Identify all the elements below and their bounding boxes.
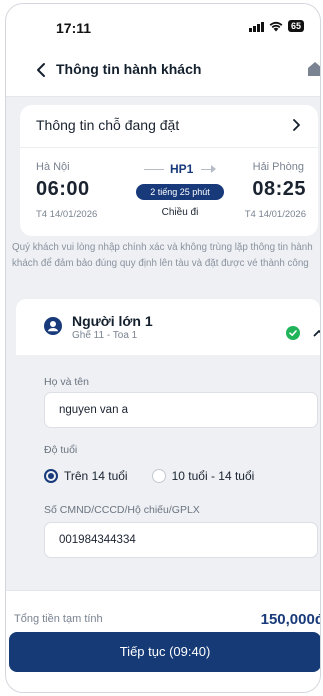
arrival-time: 08:25 [252,178,306,200]
full-name-field[interactable]: nguyen van a [44,392,318,428]
arrival-city: Hải Phòng [252,161,304,173]
booking-info-card: Thông tin chỗ đang đặt Hà Nội Hải Phòng … [20,105,318,236]
id-number-field[interactable]: 001984344334 [44,522,318,558]
chevron-up-icon[interactable] [312,326,321,340]
passenger-header[interactable]: Người lớn 1 Ghế 11 - Toa 1 [16,299,320,355]
radio-over-14[interactable] [44,469,58,483]
age-option-over-14[interactable]: Trên 14 tuổi [64,469,128,483]
departure-date: T4 14/01/2026 [36,209,98,220]
notice-text: Quý khách vui lòng nhập chính xác và khô… [12,242,313,270]
departure-time: 06:00 [36,178,90,200]
booking-info-header[interactable]: Thông tin chỗ đang đặt [20,105,318,148]
footer-bar: Tổng tiền tạm tính 150,000đ Tiếp tục (09… [6,590,321,692]
total-amount: 150,000đ [260,611,321,628]
train-code: HP1 [170,162,194,176]
radio-10-14[interactable] [151,469,166,483]
total-label: Tổng tiền tạm tính [14,613,103,625]
passenger-seat: Ghế 11 - Toa 1 [72,330,138,341]
check-circle-icon [286,326,300,340]
back-arrow-icon[interactable] [32,60,52,80]
signal-icon [248,21,264,32]
continue-button[interactable]: Tiếp tục (09:40) [9,632,320,672]
route-line [144,169,164,170]
departure-city: Hà Nội [36,161,70,173]
trip-direction: Chiều đi [161,207,199,218]
booking-info-title: Thông tin chỗ đang đặt [36,117,180,133]
page-title: Thông tin hành khách [56,61,202,77]
id-number-value: 001984344334 [59,534,136,546]
id-number-label: Số CMND/CCCD/Hộ chiếu/GPLX [44,504,200,516]
duration-badge: 2 tiếng 25 phút [136,184,224,200]
arrival-date: T4 14/01/2026 [244,209,306,220]
battery-icon: 65 [287,20,304,32]
chevron-right-icon[interactable] [288,117,304,133]
home-icon[interactable] [306,60,321,78]
age-option-10-14[interactable]: 10 tuổi - 14 tuổi [172,469,255,483]
status-bar: 17:11 65 [6,4,320,44]
status-icons: 65 [248,20,304,32]
passenger-title: Người lớn 1 [72,313,153,329]
full-name-value: nguyen van a [59,404,129,416]
age-radio-group: Trên 14 tuổi 10 tuổi - 14 tuổi [44,467,254,485]
phone-frame: 17:11 65 Thông tin hành khách Thông tin … [5,3,321,693]
app-header: Thông tin hành khách [6,44,320,97]
age-label: Độ tuổi [44,444,78,456]
status-time: 17:11 [56,20,92,36]
wifi-icon [269,21,283,31]
user-avatar-icon [44,317,62,335]
full-name-label: Họ và tên [44,376,89,388]
route-arrow-icon [211,165,216,173]
